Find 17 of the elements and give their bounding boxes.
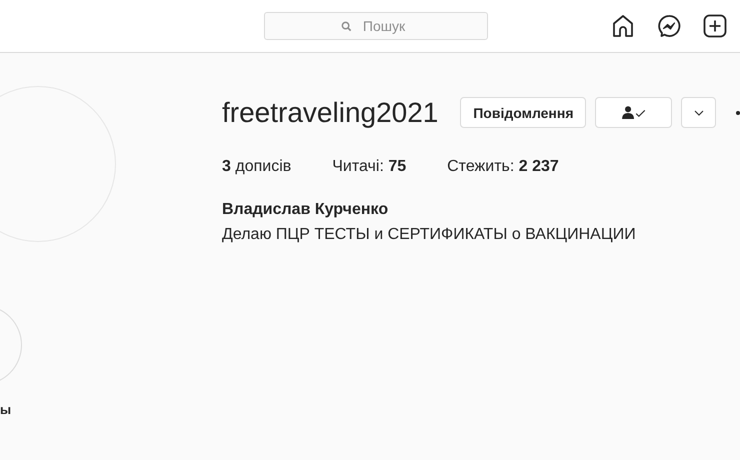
bio-text: Делаю ПЦР ТЕСТЫ и СЕРТИФИКАТЫ о ВАКЦИНАЦИИ [222,225,637,245]
search-field[interactable]: Пошук [264,12,488,40]
stat-text[interactable]: 3 дописів [222,158,292,176]
person-check-icon [622,106,646,119]
stat-text[interactable]: Читачі: 75 [332,158,406,176]
chevron-down-icon [694,110,704,116]
username: freetraveling2021 [222,96,438,128]
highlight-label[interactable]: ы [0,402,12,417]
messenger-icon[interactable] [657,14,681,38]
new-post-icon[interactable] [703,14,727,38]
following-button[interactable] [595,97,672,128]
full-name: Владислав Курченко [222,200,390,220]
message-button[interactable]: Повідомлення [460,97,586,128]
search-icon [341,21,352,32]
stat-text[interactable]: Стежить: 2 237 [447,158,559,176]
options-icon[interactable] [736,110,740,114]
home-icon[interactable] [611,14,635,38]
